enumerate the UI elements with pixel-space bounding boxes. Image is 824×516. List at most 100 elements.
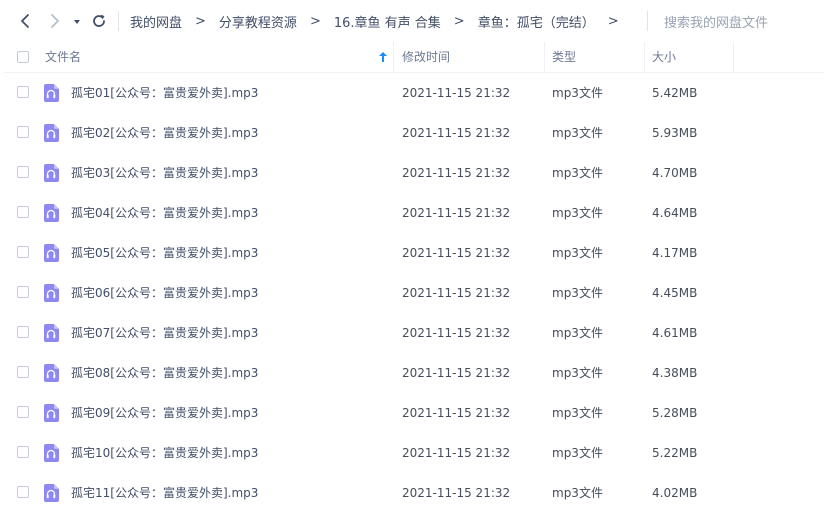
file-modified-time: 2021-11-15 21:32 bbox=[402, 126, 511, 140]
audio-file-icon bbox=[43, 444, 59, 462]
file-modified-time: 2021-11-15 21:32 bbox=[402, 166, 511, 180]
file-list: 孤宅01[公众号：富贵爱外卖].mp3 2021-11-15 21:32 mp3文件… bbox=[0, 73, 824, 513]
file-size: 4.38MB bbox=[652, 366, 698, 380]
file-name[interactable]: 孤宅10[公众号：富贵爱外卖].mp3 bbox=[71, 433, 258, 473]
file-name[interactable]: 孤宅03[公众号：富贵爱外卖].mp3 bbox=[71, 153, 258, 193]
breadcrumb-separator[interactable]: > bbox=[608, 14, 619, 29]
file-type: mp3文件 bbox=[552, 166, 603, 180]
file-modified-time: 2021-11-15 21:32 bbox=[402, 406, 511, 420]
refresh-icon bbox=[93, 14, 105, 27]
chevron-left-icon bbox=[21, 14, 29, 28]
row-checkbox[interactable] bbox=[17, 406, 29, 418]
file-size: 4.61MB bbox=[652, 326, 698, 340]
file-size: 4.45MB bbox=[652, 286, 698, 300]
back-button[interactable] bbox=[15, 11, 35, 31]
table-row[interactable]: 孤宅05[公众号：富贵爱外卖].mp3 2021-11-15 21:32 mp3文件… bbox=[0, 233, 824, 273]
file-type: mp3文件 bbox=[552, 86, 603, 100]
row-checkbox[interactable] bbox=[17, 126, 29, 138]
row-checkbox[interactable] bbox=[17, 166, 29, 178]
row-checkbox[interactable] bbox=[17, 246, 29, 258]
table-row[interactable]: 孤宅11[公众号：富贵爱外卖].mp3 2021-11-15 21:32 mp3文件… bbox=[0, 473, 824, 513]
file-modified-time: 2021-11-15 21:32 bbox=[402, 446, 511, 460]
caret-down-icon bbox=[74, 20, 80, 24]
file-type: mp3文件 bbox=[552, 246, 603, 260]
file-modified-time: 2021-11-15 21:32 bbox=[402, 206, 511, 220]
forward-button[interactable] bbox=[45, 11, 65, 31]
audio-file-icon bbox=[43, 404, 59, 422]
column-header-modified[interactable]: 修改时间 bbox=[394, 42, 544, 72]
file-type: mp3文件 bbox=[552, 366, 603, 380]
row-checkbox[interactable] bbox=[17, 446, 29, 458]
table-row[interactable]: 孤宅07[公众号：富贵爱外卖].mp3 2021-11-15 21:32 mp3文件… bbox=[0, 313, 824, 353]
search-divider bbox=[647, 11, 648, 31]
file-name[interactable]: 孤宅07[公众号：富贵爱外卖].mp3 bbox=[71, 313, 258, 353]
file-name[interactable]: 孤宅04[公众号：富贵爱外卖].mp3 bbox=[71, 193, 258, 233]
arrow-up-icon[interactable] bbox=[378, 51, 388, 63]
file-type: mp3文件 bbox=[552, 206, 603, 220]
audio-file-icon bbox=[43, 324, 59, 342]
refresh-button[interactable] bbox=[89, 11, 109, 31]
file-name[interactable]: 孤宅06[公众号：富贵爱外卖].mp3 bbox=[71, 273, 258, 313]
file-type: mp3文件 bbox=[552, 446, 603, 460]
row-checkbox[interactable] bbox=[17, 286, 29, 298]
table-row[interactable]: 孤宅10[公众号：富贵爱外卖].mp3 2021-11-15 21:32 mp3文件… bbox=[0, 433, 824, 473]
file-name[interactable]: 孤宅08[公众号：富贵爱外卖].mp3 bbox=[71, 353, 258, 393]
file-size: 5.22MB bbox=[652, 446, 698, 460]
column-header-size[interactable]: 大小 bbox=[644, 42, 734, 72]
audio-file-icon bbox=[43, 364, 59, 382]
table-row[interactable]: 孤宅04[公众号：富贵爱外卖].mp3 2021-11-15 21:32 mp3文件… bbox=[0, 193, 824, 233]
file-size: 4.70MB bbox=[652, 166, 698, 180]
column-header-type[interactable]: 类型 bbox=[544, 42, 644, 72]
file-modified-time: 2021-11-15 21:32 bbox=[402, 366, 511, 380]
file-type: mp3文件 bbox=[552, 126, 603, 140]
table-row[interactable]: 孤宅03[公众号：富贵爱外卖].mp3 2021-11-15 21:32 mp3文件… bbox=[0, 153, 824, 193]
audio-file-icon bbox=[43, 484, 59, 502]
file-name[interactable]: 孤宅02[公众号：富贵爱外卖].mp3 bbox=[71, 113, 258, 153]
file-modified-time: 2021-11-15 21:32 bbox=[402, 246, 511, 260]
table-row[interactable]: 孤宅06[公众号：富贵爱外卖].mp3 2021-11-15 21:32 mp3文件… bbox=[0, 273, 824, 313]
table-header: 文件名 修改时间 类型 大小 bbox=[4, 42, 824, 73]
file-size: 4.17MB bbox=[652, 246, 698, 260]
chevron-right-icon bbox=[51, 14, 59, 28]
file-name[interactable]: 孤宅09[公众号：富贵爱外卖].mp3 bbox=[71, 393, 258, 433]
select-all-checkbox[interactable] bbox=[17, 51, 29, 63]
file-size: 5.28MB bbox=[652, 406, 698, 420]
breadcrumb-item-share[interactable]: 分享教程资源 bbox=[219, 12, 297, 31]
history-dropdown-button[interactable] bbox=[70, 11, 84, 31]
row-checkbox[interactable] bbox=[17, 86, 29, 98]
file-name[interactable]: 孤宅01[公众号：富贵爱外卖].mp3 bbox=[71, 73, 258, 113]
toolbar: 我的网盘 > 分享教程资源 > 16.章鱼 有声 合集 > 章鱼：孤宅（完结） … bbox=[0, 0, 824, 42]
breadcrumb-item-collection[interactable]: 16.章鱼 有声 合集 bbox=[334, 12, 441, 31]
file-type: mp3文件 bbox=[552, 286, 603, 300]
audio-file-icon bbox=[43, 284, 59, 302]
search-input[interactable]: 搜索我的网盘文件 bbox=[664, 12, 768, 31]
row-checkbox[interactable] bbox=[17, 326, 29, 338]
table-row[interactable]: 孤宅09[公众号：富贵爱外卖].mp3 2021-11-15 21:32 mp3文件… bbox=[0, 393, 824, 433]
audio-file-icon bbox=[43, 124, 59, 142]
breadcrumb-item-current[interactable]: 章鱼：孤宅（完结） bbox=[478, 12, 595, 31]
audio-file-icon bbox=[43, 164, 59, 182]
table-row[interactable]: 孤宅08[公众号：富贵爱外卖].mp3 2021-11-15 21:32 mp3文件… bbox=[0, 353, 824, 393]
breadcrumb-item-root[interactable]: 我的网盘 bbox=[130, 12, 182, 31]
file-name[interactable]: 孤宅11[公众号：富贵爱外卖].mp3 bbox=[71, 473, 258, 513]
row-checkbox[interactable] bbox=[17, 366, 29, 378]
file-size: 4.64MB bbox=[652, 206, 698, 220]
file-name[interactable]: 孤宅05[公众号：富贵爱外卖].mp3 bbox=[71, 233, 258, 273]
file-type: mp3文件 bbox=[552, 406, 603, 420]
row-checkbox[interactable] bbox=[17, 486, 29, 498]
column-header-name[interactable]: 文件名 bbox=[37, 42, 394, 72]
file-size: 4.02MB bbox=[652, 486, 698, 500]
toolbar-divider bbox=[118, 11, 119, 31]
column-divider bbox=[733, 42, 734, 72]
table-row[interactable]: 孤宅02[公众号：富贵爱外卖].mp3 2021-11-15 21:32 mp3文件… bbox=[0, 113, 824, 153]
table-row[interactable]: 孤宅01[公众号：富贵爱外卖].mp3 2021-11-15 21:32 mp3文件… bbox=[0, 73, 824, 113]
audio-file-icon bbox=[43, 244, 59, 262]
file-type: mp3文件 bbox=[552, 326, 603, 340]
file-modified-time: 2021-11-15 21:32 bbox=[402, 326, 511, 340]
breadcrumb: 我的网盘 > 分享教程资源 > 16.章鱼 有声 合集 > 章鱼：孤宅（完结） … bbox=[130, 0, 632, 42]
audio-file-icon bbox=[43, 84, 59, 102]
row-checkbox[interactable] bbox=[17, 206, 29, 218]
file-size: 5.93MB bbox=[652, 126, 698, 140]
breadcrumb-separator: > bbox=[453, 13, 465, 29]
file-modified-time: 2021-11-15 21:32 bbox=[402, 86, 511, 100]
